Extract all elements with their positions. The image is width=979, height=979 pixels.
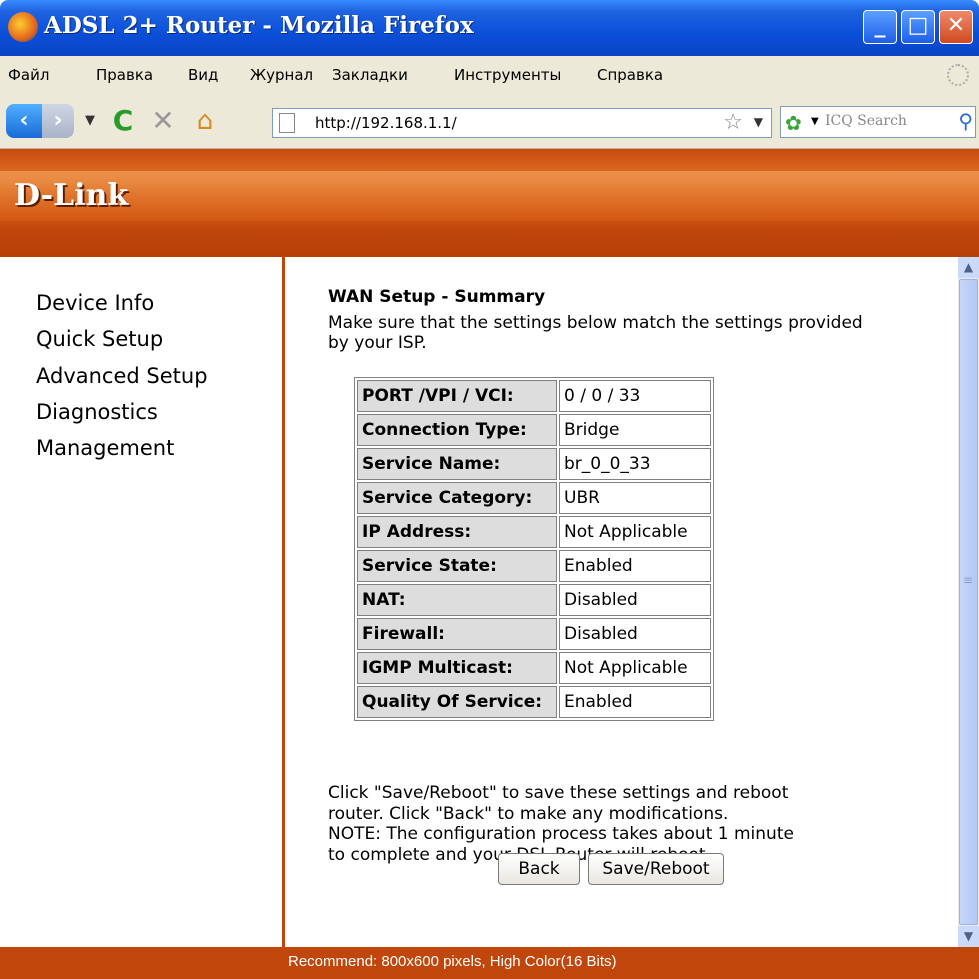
back-button[interactable]: Back: [498, 853, 580, 885]
history-dropdown-icon[interactable]: ▼: [80, 104, 100, 138]
intro-text: Make sure that the settings below match …: [328, 313, 863, 353]
row-label: Service Category:: [357, 482, 557, 514]
page-footer: Recommend: 800x600 pixels, High Color(16…: [0, 947, 979, 979]
header-stripe: [0, 171, 979, 221]
search-bar[interactable]: ✿ ▼ ICQ Search ⚲: [780, 106, 976, 138]
table-row: Connection Type: Bridge: [357, 414, 711, 446]
forward-arrow-icon[interactable]: ›: [42, 104, 74, 138]
url-bar[interactable]: http://192.168.1.1/ ☆ ▼: [272, 108, 772, 138]
back-arrow-icon[interactable]: ‹: [6, 104, 42, 138]
sidebar-item-quick-setup[interactable]: Quick Setup: [36, 327, 163, 351]
row-value: 0 / 0 / 33: [559, 380, 711, 412]
row-value: Enabled: [559, 550, 711, 582]
bookmark-star-icon[interactable]: ☆: [723, 110, 743, 135]
row-label: IGMP Multicast:: [357, 652, 557, 684]
row-value: Disabled: [559, 618, 711, 650]
sidebar-item-device-info[interactable]: Device Info: [36, 291, 154, 315]
row-value: Bridge: [559, 414, 711, 446]
sidebar-item-management[interactable]: Management: [36, 436, 174, 460]
url-dropdown-icon[interactable]: ▼: [754, 115, 763, 129]
vertical-scrollbar[interactable]: ▲ ≡ ▼: [958, 257, 979, 947]
table-row: Service Name: br_0_0_33: [357, 448, 711, 480]
window-title-bar: ADSL 2+ Router - Mozilla Firefox _ □ ✕: [0, 0, 979, 56]
firefox-icon: [8, 12, 38, 42]
search-engine-dropdown-icon[interactable]: ▼: [811, 116, 819, 127]
scroll-thumb[interactable]: [959, 279, 978, 925]
row-label: PORT /VPI / VCI:: [357, 380, 557, 412]
row-label: Firewall:: [357, 618, 557, 650]
search-input[interactable]: ICQ Search: [825, 113, 907, 129]
table-row: Quality Of Service: Enabled: [357, 686, 711, 718]
navigation-toolbar: ‹ › ▼ C ✕ ⌂ http://192.168.1.1/ ☆ ▼ ✿ ▼ …: [0, 94, 979, 149]
scroll-down-icon[interactable]: ▼: [958, 926, 979, 947]
icq-flower-icon[interactable]: ✿: [785, 111, 802, 135]
row-label: Service State:: [357, 550, 557, 582]
sidebar-nav: Device Info Quick Setup Advanced Setup D…: [0, 257, 285, 947]
table-row: Firewall: Disabled: [357, 618, 711, 650]
table-row: Service Category: UBR: [357, 482, 711, 514]
row-value: Enabled: [559, 686, 711, 718]
dlink-logo: D-Link: [14, 178, 129, 213]
stop-icon[interactable]: ✕: [146, 104, 180, 138]
sidebar-item-advanced-setup[interactable]: Advanced Setup: [36, 364, 208, 388]
page-icon: [279, 113, 295, 133]
menu-history[interactable]: Журнал: [250, 66, 313, 84]
row-value: UBR: [559, 482, 711, 514]
close-button[interactable]: ✕: [939, 10, 973, 44]
wan-summary-table: PORT /VPI / VCI: 0 / 0 / 33 Connection Ty…: [354, 377, 714, 721]
menu-edit[interactable]: Правка: [96, 66, 153, 84]
minimize-button[interactable]: _: [863, 10, 897, 44]
menu-bar: Файл Правка Вид Журнал Закладки Инструме…: [0, 56, 979, 95]
row-label: Quality Of Service:: [357, 686, 557, 718]
sidebar-item-diagnostics[interactable]: Diagnostics: [36, 400, 158, 424]
table-row: Service State: Enabled: [357, 550, 711, 582]
row-label: IP Address:: [357, 516, 557, 548]
row-label: Service Name:: [357, 448, 557, 480]
table-row: IGMP Multicast: Not Applicable: [357, 652, 711, 684]
table-row: IP Address: Not Applicable: [357, 516, 711, 548]
table-row: PORT /VPI / VCI: 0 / 0 / 33: [357, 380, 711, 412]
row-value: br_0_0_33: [559, 448, 711, 480]
maximize-button[interactable]: □: [901, 10, 935, 44]
table-row: NAT: Disabled: [357, 584, 711, 616]
home-icon[interactable]: ⌂: [188, 104, 222, 138]
save-reboot-button[interactable]: Save/Reboot: [588, 853, 724, 885]
note-line: NOTE: The configuration process takes ab…: [328, 824, 794, 844]
page-header-banner: D-Link: [0, 149, 979, 257]
reload-icon[interactable]: C: [106, 104, 140, 138]
scroll-grip-icon: ≡: [963, 573, 974, 587]
window-title: ADSL 2+ Router - Mozilla Firefox: [44, 12, 474, 39]
menu-tools[interactable]: Инструменты: [454, 66, 561, 84]
scroll-up-icon[interactable]: ▲: [958, 257, 979, 278]
note-line: router. Click "Back" to make any modific…: [328, 803, 729, 824]
menu-file[interactable]: Файл: [8, 66, 49, 84]
row-value: Disabled: [559, 584, 711, 616]
note-line: Click "Save/Reboot" to save these settin…: [328, 783, 789, 803]
page-title: WAN Setup - Summary: [328, 287, 546, 307]
footer-text: Recommend: 800x600 pixels, High Color(16…: [288, 953, 617, 970]
menu-view[interactable]: Вид: [188, 66, 218, 84]
menu-bookmarks[interactable]: Закладки: [332, 66, 408, 84]
row-value: Not Applicable: [559, 516, 711, 548]
search-icon[interactable]: ⚲: [958, 109, 973, 133]
row-label: NAT:: [357, 584, 557, 616]
throbber-icon: [947, 64, 969, 86]
main-content: WAN Setup - Summary Make sure that the s…: [288, 257, 958, 947]
url-text[interactable]: http://192.168.1.1/: [315, 114, 457, 132]
row-value: Not Applicable: [559, 652, 711, 684]
menu-help[interactable]: Справка: [597, 66, 663, 84]
row-label: Connection Type:: [357, 414, 557, 446]
